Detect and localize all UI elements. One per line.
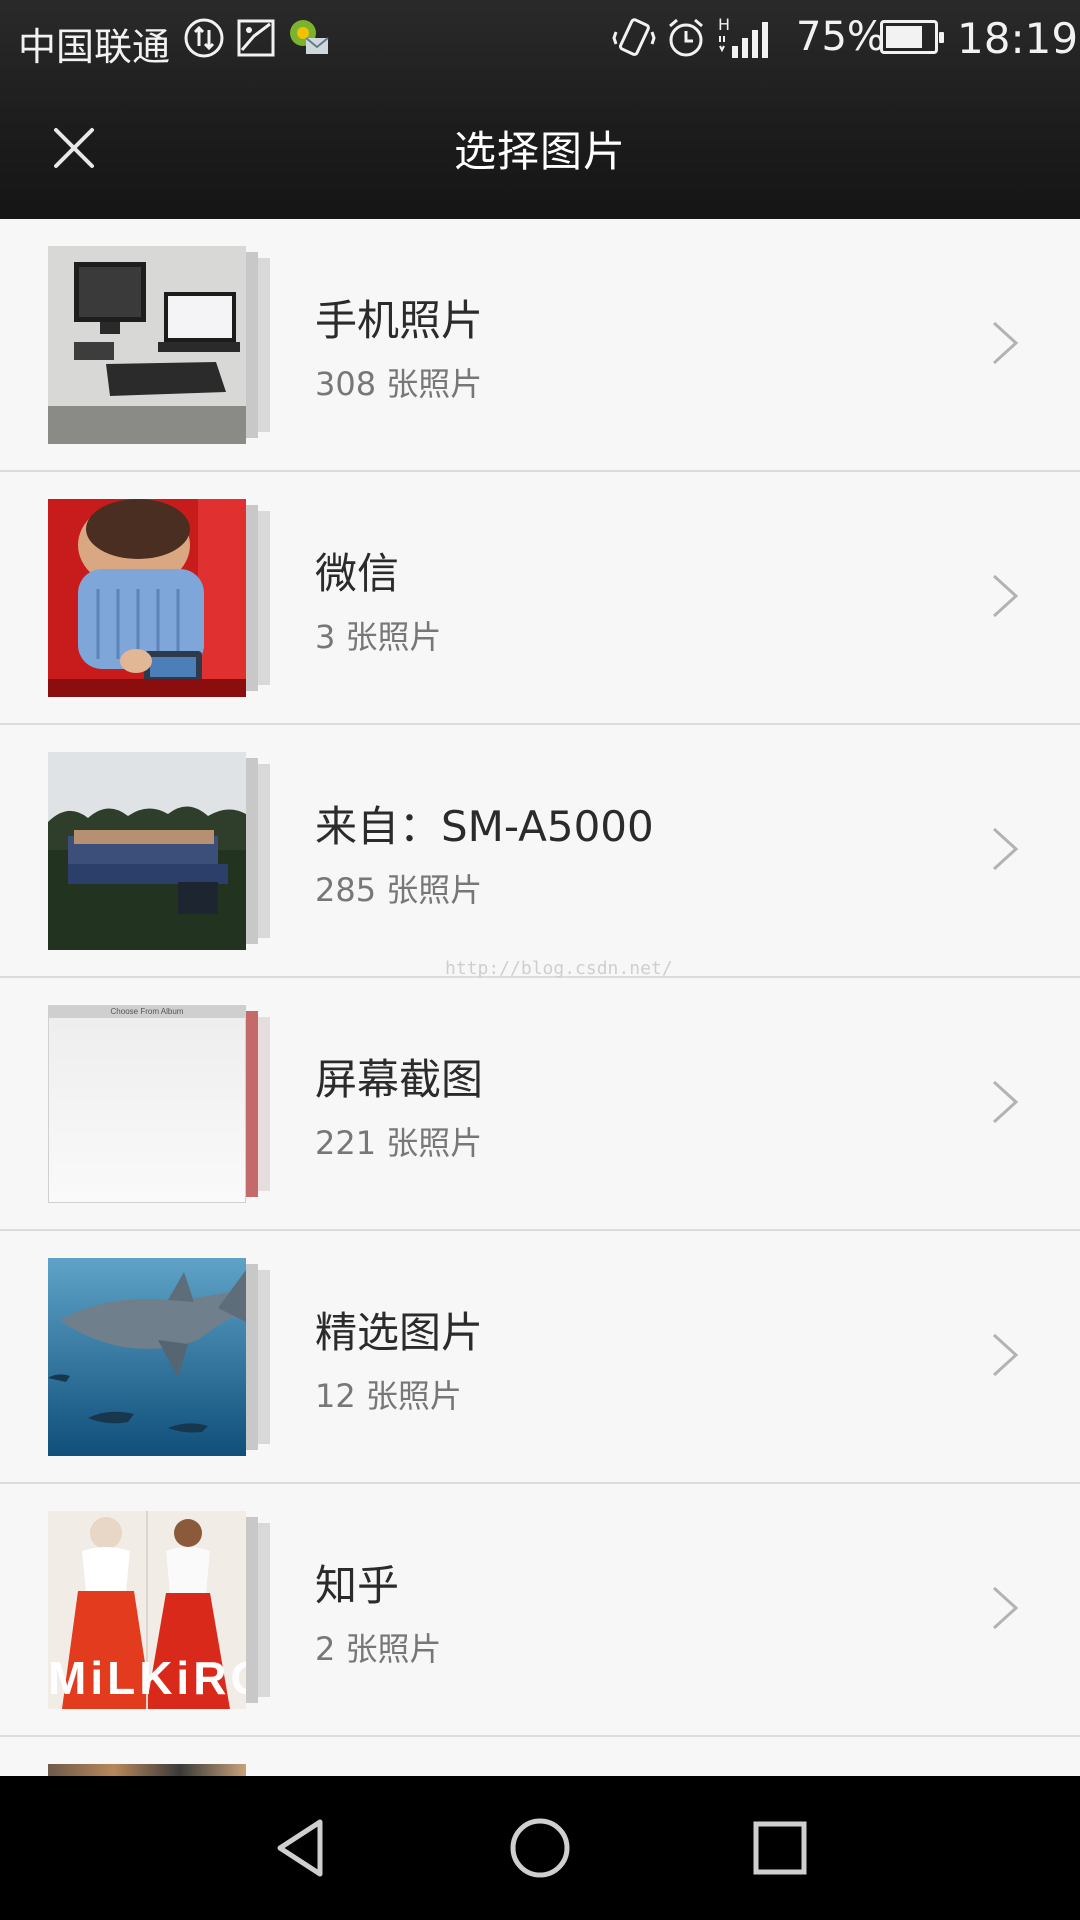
album-cover (48, 1258, 246, 1456)
battery-icon (880, 20, 944, 54)
recents-icon (753, 1821, 807, 1875)
top-bar: 中国联通 H 75% 18:19 选择图片 (0, 0, 1080, 219)
carrier-name: 中国联通 (18, 25, 171, 69)
album-name: 精选图片 (315, 1308, 484, 1357)
album-count: 12 张照片 (315, 1377, 462, 1415)
album-cover: Choose From Album (48, 1005, 246, 1203)
album-cover-stack (48, 1258, 270, 1456)
album-cover-stack (48, 499, 270, 697)
navigation-bar (0, 1776, 1080, 1920)
vibrate-icon (612, 18, 656, 56)
album-item-featured[interactable]: 精选图片 12 张照片 (0, 1231, 1080, 1484)
album-item-partial[interactable] (0, 1737, 1080, 1778)
album-name: 来自：SM-A5000 (315, 802, 654, 851)
album-cover-stack (48, 752, 270, 950)
gallery-icon (237, 19, 275, 57)
page-title: 选择图片 (453, 127, 626, 176)
chevron-right-icon (992, 827, 1019, 871)
album-cover (48, 499, 246, 697)
album-count: 3 张照片 (315, 618, 442, 656)
status-bar: 中国联通 H 75% 18:19 (0, 0, 1080, 78)
album-list[interactable]: 手机照片 308 张照片 微信 3 张照片 来自：SM-A5000 285 张照… (0, 219, 1080, 1778)
data-sync-icon (184, 18, 224, 58)
screen: 中国联通 H 75% 18:19 选择图片 手机照片 308 张照片 微信 3 … (0, 0, 1080, 1920)
clock: 18:19 (957, 14, 1079, 63)
album-count: 2 张照片 (315, 1630, 442, 1668)
album-count: 308 张照片 (315, 365, 483, 403)
album-item-phone-photos[interactable]: 手机照片 308 张照片 (0, 219, 1080, 472)
album-name: 知乎 (315, 1561, 400, 1610)
album-cover (48, 246, 246, 444)
cover-caption: Choose From Album (49, 1006, 245, 1018)
album-name: 微信 (315, 549, 400, 598)
recents-button[interactable] (744, 1812, 816, 1884)
chevron-right-icon (992, 321, 1019, 365)
signal-icon: H (718, 16, 768, 58)
back-icon (277, 1819, 323, 1877)
battery-percent: 75% (796, 14, 885, 60)
alarm-icon (669, 18, 703, 57)
album-item-screenshots[interactable]: Choose From Album 屏幕截图 221 张照片 (0, 978, 1080, 1231)
home-icon (510, 1818, 570, 1878)
album-cover (48, 752, 246, 950)
chevron-right-icon (992, 1333, 1019, 1377)
cover-overlay-text: MiLKiRO (48, 1652, 246, 1704)
album-name: 手机照片 (315, 296, 484, 345)
album-name: 屏幕截图 (315, 1055, 484, 1104)
back-button[interactable] (264, 1812, 336, 1884)
album-count: 285 张照片 (315, 871, 483, 909)
album-count: 221 张照片 (315, 1124, 483, 1162)
album-item-from-sm-a5000[interactable]: 来自：SM-A5000 285 张照片 (0, 725, 1080, 978)
album-cover: MiLKiRO (48, 1511, 246, 1709)
album-cover-stack (48, 246, 270, 444)
home-button[interactable] (504, 1812, 576, 1884)
network-type-label: H (718, 16, 730, 34)
chat-message-icon (290, 20, 329, 54)
album-item-wechat[interactable]: 微信 3 张照片 (0, 472, 1080, 725)
album-cover-stack: MiLKiRO (48, 1511, 270, 1709)
chevron-right-icon (992, 574, 1019, 618)
chevron-right-icon (992, 1586, 1019, 1630)
album-cover-stack: Choose From Album (48, 1005, 270, 1203)
chevron-right-icon (992, 1080, 1019, 1124)
album-item-zhihu[interactable]: MiLKiRO 知乎 2 张照片 (0, 1484, 1080, 1737)
watermark: http://blog.csdn.net/ (445, 958, 673, 979)
